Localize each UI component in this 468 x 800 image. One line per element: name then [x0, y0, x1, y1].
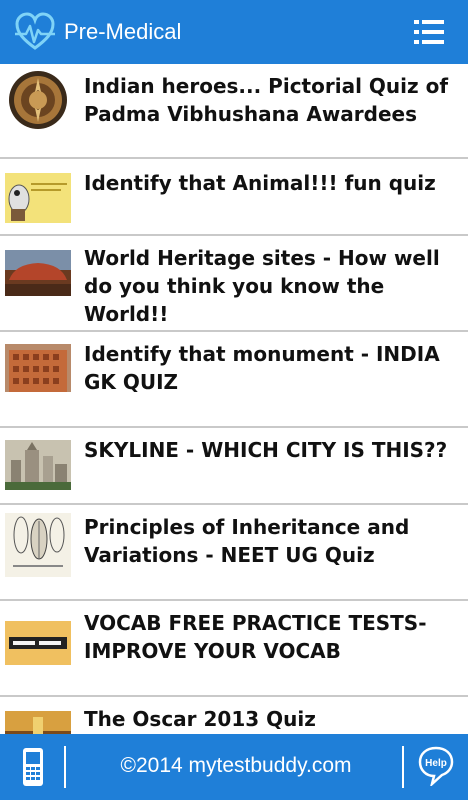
- quiz-title: Identify that monument - INDIA GK QUIZ: [84, 342, 440, 394]
- quiz-list-item[interactable]: SKYLINE - WHICH CITY IS THIS??: [0, 428, 468, 505]
- quiz-title: Principles of Inheritance and Variations…: [84, 515, 410, 567]
- city-skyline-icon: [5, 440, 71, 490]
- quiz-list-item[interactable]: Principles of Inheritance and Variations…: [0, 505, 468, 601]
- footer-divider: [402, 746, 404, 788]
- uluru-rock-icon: [5, 250, 71, 296]
- quiz-list-item[interactable]: Indian heroes... Pictorial Quiz of Padma…: [0, 64, 468, 159]
- quiz-list-item[interactable]: Identify that monument - INDIA GK QUIZ: [0, 332, 468, 428]
- help-label: Help: [425, 758, 447, 769]
- help-chat-icon[interactable]: Help: [418, 746, 454, 786]
- english-vocab-icon: [5, 621, 71, 665]
- oscar-stage-icon: [5, 711, 71, 734]
- quiz-title: World Heritage sites - How well do you t…: [84, 246, 440, 326]
- padma-medal-icon: [9, 71, 67, 129]
- app-bar: Pre-Medical: [0, 0, 468, 64]
- botanical-leaves-icon: [5, 513, 71, 577]
- footer-bar: ©2014 mytestbuddy.com Help: [0, 734, 468, 800]
- list-menu-icon[interactable]: [410, 14, 448, 50]
- quiz-list-item[interactable]: World Heritage sites - How well do you t…: [0, 236, 468, 332]
- quiz-list-item[interactable]: The Oscar 2013 Quiz: [0, 697, 468, 734]
- animal-quiz-card-icon: [5, 173, 71, 223]
- quiz-title: Indian heroes... Pictorial Quiz of Padma…: [84, 74, 449, 126]
- quiz-title: Identify that Animal!!! fun quiz: [84, 171, 436, 195]
- quiz-title: SKYLINE - WHICH CITY IS THIS??: [84, 438, 448, 462]
- quiz-list: Indian heroes... Pictorial Quiz of Padma…: [0, 64, 468, 734]
- quiz-title: The Oscar 2013 Quiz: [84, 707, 316, 731]
- hawa-mahal-icon: [5, 344, 71, 392]
- quiz-list-item[interactable]: Identify that Animal!!! fun quiz: [0, 159, 468, 236]
- footer-divider: [64, 746, 66, 788]
- heart-pulse-icon[interactable]: [14, 12, 56, 52]
- copyright-text[interactable]: ©2014 mytestbuddy.com: [70, 734, 402, 800]
- mobile-phone-icon[interactable]: [18, 746, 48, 788]
- quiz-title: VOCAB FREE PRACTICE TESTS- IMPROVE YOUR …: [84, 611, 427, 663]
- quiz-list-item[interactable]: VOCAB FREE PRACTICE TESTS- IMPROVE YOUR …: [0, 601, 468, 697]
- app-title: Pre-Medical: [64, 19, 182, 44]
